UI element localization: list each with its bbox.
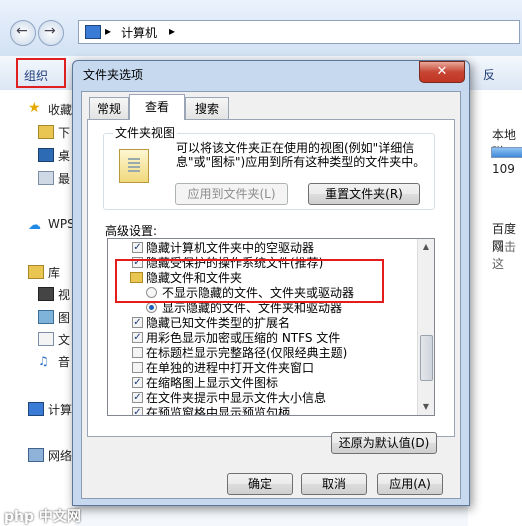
- checkbox[interactable]: ✓: [132, 332, 143, 343]
- radio-button[interactable]: [146, 302, 157, 313]
- breadcrumb-separator: ▸: [169, 24, 176, 38]
- forward-button[interactable]: →: [38, 20, 64, 46]
- folder-icon: [38, 125, 54, 139]
- apply-button[interactable]: 应用(A): [377, 473, 443, 495]
- watermark: php 中文网: [4, 509, 81, 525]
- scroll-thumb[interactable]: [420, 335, 433, 381]
- computer-icon: [85, 25, 101, 39]
- tab-search[interactable]: 搜索: [185, 97, 229, 119]
- sidebar-item-documents[interactable]: 文: [58, 331, 70, 348]
- star-icon: ★: [28, 100, 41, 116]
- app-subtitle: 双击这: [492, 240, 517, 271]
- navigation-bar: ← → ▸ 计算机 ▸: [0, 0, 522, 56]
- folder-view-legend: 文件夹视图: [113, 124, 178, 141]
- scroll-down-icon[interactable]: ▼: [418, 399, 434, 415]
- reset-folders-button[interactable]: 重置文件夹(R): [308, 183, 420, 205]
- sidebar-item-videos[interactable]: 视: [58, 286, 70, 303]
- cancel-button[interactable]: 取消: [301, 473, 367, 495]
- desktop-icon: [38, 148, 54, 162]
- tab-view[interactable]: 查看: [129, 94, 185, 120]
- network-icon: [28, 448, 44, 462]
- breadcrumb-computer[interactable]: 计算机: [121, 24, 157, 41]
- advanced-settings-label: 高级设置:: [105, 224, 158, 238]
- checkbox[interactable]: ✓: [132, 242, 143, 253]
- apply-to-folders-button[interactable]: 应用到文件夹(L): [175, 183, 288, 205]
- sidebar-item-downloads[interactable]: 下: [58, 124, 70, 141]
- back-arrow-icon: ←: [16, 23, 28, 39]
- address-bar[interactable]: ▸ 计算机 ▸: [78, 20, 520, 44]
- sidebar-item-pictures[interactable]: 图: [58, 309, 70, 326]
- cloud-icon: ☁: [28, 218, 41, 233]
- restore-defaults-button[interactable]: 还原为默认值(D): [331, 432, 437, 454]
- ok-button[interactable]: 确定: [227, 473, 293, 495]
- vertical-scrollbar[interactable]: ▲ ▼: [417, 239, 434, 415]
- breadcrumb-separator: ▸: [105, 24, 112, 38]
- document-icon: [38, 332, 54, 346]
- close-button[interactable]: ✕: [419, 61, 465, 83]
- computer-icon: [28, 402, 44, 416]
- folder-view-description: 可以将该文件夹正在使用的视图(例如"详细信息"或"图标")应用到所有这种类型的文…: [176, 141, 426, 169]
- sidebar-item-computer[interactable]: 计算: [48, 401, 72, 418]
- forward-arrow-icon: →: [44, 23, 56, 39]
- command-bar-item[interactable]: 反: [483, 66, 495, 83]
- navigation-pane: ★ 收藏 下 桌 最 ☁ WPS 库 视 图 文 ♫ 音 计算 网络: [0, 90, 75, 526]
- organize-button[interactable]: 组织: [16, 58, 66, 88]
- sidebar-item-wps[interactable]: WPS: [48, 217, 75, 231]
- tab-general[interactable]: 常规: [89, 97, 129, 119]
- sidebar-item-music[interactable]: 音: [58, 353, 70, 370]
- folder-view-icon: [119, 149, 149, 183]
- checkbox[interactable]: ✓: [132, 317, 143, 328]
- sidebar-item-network[interactable]: 网络: [48, 447, 72, 464]
- checkbox[interactable]: ✓: [132, 377, 143, 388]
- picture-icon: [38, 310, 54, 324]
- video-icon: [38, 287, 54, 301]
- sidebar-item-recent[interactable]: 最: [58, 170, 70, 187]
- sidebar-item-favorites[interactable]: 收藏: [48, 101, 72, 118]
- checkbox[interactable]: [132, 347, 143, 358]
- library-icon: [28, 265, 44, 279]
- sidebar-item-library[interactable]: 库: [48, 264, 60, 281]
- back-button[interactable]: ←: [10, 20, 36, 46]
- scroll-up-icon[interactable]: ▲: [418, 239, 434, 255]
- music-icon: ♫: [38, 354, 49, 368]
- dialog-title: 文件夹选项: [83, 68, 144, 82]
- sidebar-item-desktop[interactable]: 桌: [58, 147, 70, 164]
- annotation-highlight-box: [115, 259, 384, 303]
- recent-icon: [38, 171, 54, 185]
- checkbox[interactable]: ✓: [132, 392, 143, 403]
- checkbox[interactable]: [132, 362, 143, 373]
- checkbox[interactable]: ✓: [132, 407, 143, 415]
- drive-size: 109: [492, 162, 515, 176]
- drive-usage-bar: [491, 147, 522, 158]
